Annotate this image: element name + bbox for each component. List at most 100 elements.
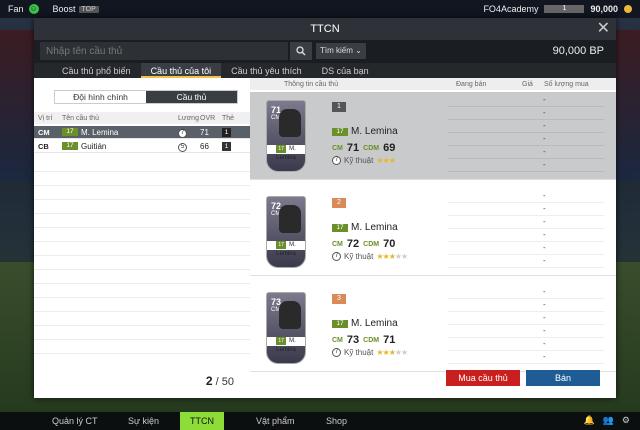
season-badge: 17 [332, 127, 348, 136]
season-badge: 17 [62, 128, 78, 136]
listing-row: - [448, 146, 604, 159]
col-info: Thông tin cầu thủ [284, 80, 339, 88]
search-input[interactable] [40, 42, 288, 60]
empty-rows [34, 158, 250, 358]
stat-val2: 69 [383, 142, 396, 154]
listing-dash: - [543, 134, 546, 143]
skill-row: 7 Kỹ thuật ★★★★★ [332, 252, 408, 261]
bottom-nav: Quản lý CT Sự kiện TTCN Vật phẩm Shop 🔔 … [0, 412, 640, 430]
search-button[interactable] [290, 42, 312, 60]
seg-main-squad[interactable]: Đội hình chính [55, 91, 146, 103]
listing-row: - [448, 325, 604, 338]
smile-icon[interactable]: ☺ [28, 4, 39, 14]
season-badge: 17 [332, 223, 348, 232]
listing-row: - [448, 286, 604, 299]
card-name: 17 M. Lemina [267, 337, 305, 353]
listing-table: - - - - - - [448, 94, 604, 172]
listing-dash: - [543, 95, 546, 104]
col-name: Tên cầu thủ [62, 114, 99, 122]
salary-icon: 7 [178, 128, 187, 138]
salary-icon: 5 [178, 142, 187, 152]
col-selling: Đang bán [456, 80, 487, 88]
listing-table: - - - - - - [448, 286, 604, 364]
listing-row: - [448, 338, 604, 351]
sell-button[interactable]: Bán [526, 370, 600, 386]
stars-off: ★★ [394, 348, 408, 357]
rank-badge: 2 [332, 198, 346, 208]
dialog-title: TTCN [310, 23, 340, 35]
close-icon[interactable]: ✕ [597, 18, 610, 40]
page-total: / 50 [215, 376, 234, 388]
market-panel: Thông tin cầu thủ Đang bán Giá Số lượng … [250, 78, 616, 398]
stars-on: ★★★ [376, 252, 395, 261]
listing-dash: - [543, 191, 546, 200]
buy-player-button[interactable]: Mua cầu thủ [446, 370, 520, 386]
skill-label: Kỹ thuật [344, 252, 374, 261]
col-pos: Vị trí [38, 114, 53, 122]
boost-label[interactable]: Boost [53, 4, 76, 14]
player-name: 17 M. Lemina [332, 318, 398, 329]
stat-pos2: CDM [363, 144, 380, 152]
stat-pos1: CM [332, 144, 343, 152]
nav-events[interactable]: Sự kiện [128, 412, 159, 430]
boost-top-badge: TOP [78, 5, 99, 13]
stars-on: ★★★ [376, 156, 395, 165]
tab-favorites[interactable]: Cầu thủ yêu thích [221, 63, 312, 78]
star-rating: ★★★★★ [376, 156, 408, 165]
player-row[interactable]: CM 17 M. Lemina 7 71 1 [34, 126, 250, 139]
listing-dash: - [543, 121, 546, 130]
tab-my-players[interactable]: Cầu thủ của tôi [140, 63, 222, 78]
listing-row: - [448, 94, 604, 107]
seg-players[interactable]: Cầu thủ [146, 91, 237, 103]
market-card[interactable]: 73 CM 17 M. Lemina 3 17 M. Lemina CM 73 CDM 71 7 Kỹ … [250, 284, 616, 372]
filter-label: Tìm kiếm [320, 46, 353, 55]
club-name: FO4Academy [483, 4, 539, 14]
player-card-image: 73 CM 17 M. Lemina [266, 292, 306, 364]
skill-label: Kỹ thuật [344, 348, 374, 357]
listing-dash: - [543, 147, 546, 156]
listing-table: - - - - - - [448, 190, 604, 268]
col-qty: Số lượng mua [544, 80, 589, 88]
salary-icon: 7 [332, 252, 341, 261]
rank-badge: 3 [332, 294, 346, 304]
col-price: Giá [522, 80, 533, 88]
listing-dash: - [543, 287, 546, 296]
gear-icon[interactable]: ⚙ [622, 415, 630, 426]
stat-val2: 71 [383, 334, 396, 346]
card-name: 17 M. Lemina [267, 241, 305, 257]
player-face [279, 205, 301, 233]
skill-row: 7 Kỹ thuật ★★★★★ [332, 156, 408, 165]
tab-your-list[interactable]: DS của bạn [312, 63, 379, 78]
tab-popular[interactable]: Cầu thủ phổ biến [52, 63, 141, 78]
player-face [279, 301, 301, 329]
listing-row: - [448, 216, 604, 229]
player-stats: CM 73 CDM 71 [332, 334, 395, 346]
ttcn-dialog: TTCN ✕ Tìm kiếm ⌄ 90,000 BP Cầu thủ phổ … [34, 18, 616, 398]
search-icon [296, 46, 306, 56]
market-card[interactable]: 72 CM 17 M. Lemina 2 17 M. Lemina CM 72 CDM 70 7 Kỹ … [250, 188, 616, 276]
coin-icon [624, 5, 632, 13]
listing-dash: - [543, 339, 546, 348]
listing-row: - [448, 255, 604, 268]
listing-row: - [448, 203, 604, 216]
nav-shop[interactable]: Shop [326, 412, 347, 430]
listing-dash: - [543, 352, 546, 361]
card-badge: 17 [276, 145, 287, 153]
listing-row: - [448, 242, 604, 255]
bp-balance: 90,000 BP [552, 45, 604, 57]
player-row[interactable]: CB 17 Guitián 5 66 1 [34, 140, 250, 153]
friends-icon[interactable]: 👥 [603, 415, 614, 426]
nav-manage[interactable]: Quản lý CT [52, 412, 98, 430]
listing-row: - [448, 133, 604, 146]
season-badge: 17 [332, 319, 348, 328]
filter-dropdown[interactable]: Tìm kiếm ⌄ [316, 43, 366, 59]
nav-ttcn[interactable]: TTCN [180, 412, 224, 430]
star-rating: ★★★★★ [376, 348, 408, 357]
market-card[interactable]: 71 CM 17 M. Lemina 1 17 M. Lemina CM 71 CDM 69 7 Kỹ … [250, 92, 616, 180]
listing-dash: - [543, 217, 546, 226]
nav-items[interactable]: Vật phẩm [256, 412, 295, 430]
player-name: 17 M. Lemina [332, 222, 398, 233]
stat-val1: 73 [346, 334, 360, 346]
player-stats: CM 72 CDM 70 [332, 238, 395, 250]
bell-icon[interactable]: 🔔 [583, 415, 594, 426]
